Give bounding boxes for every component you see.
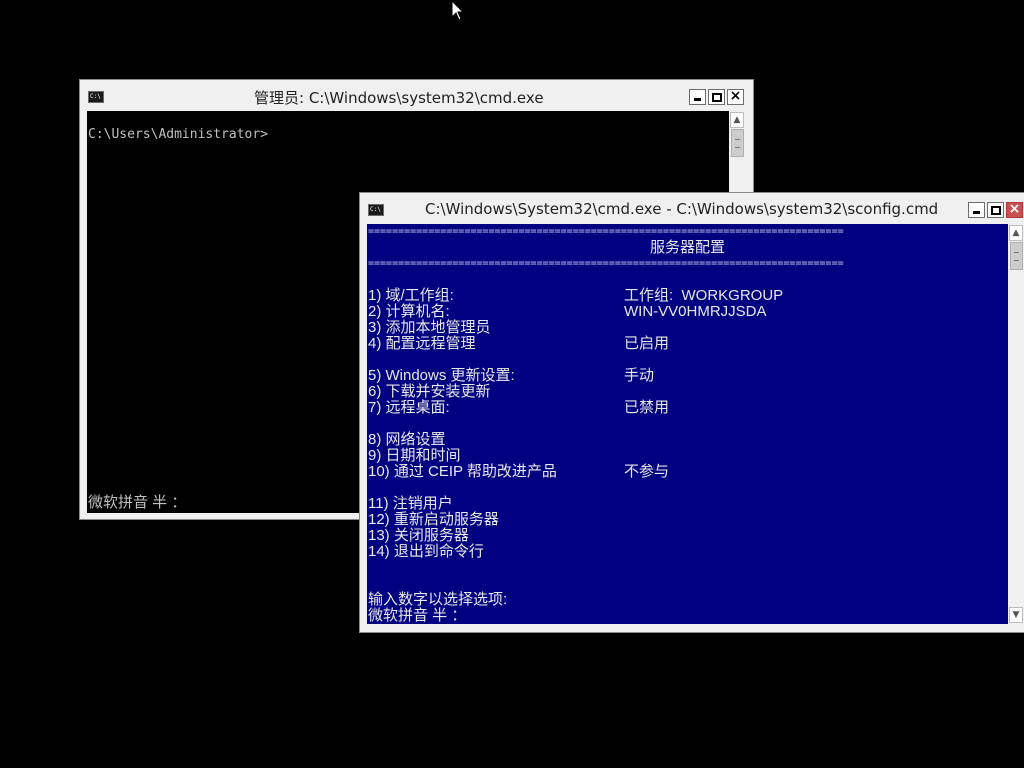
title-bar[interactable]: C:\ 管理员: C:\Windows\system32\cmd.exe × [80, 80, 753, 110]
menu-item[interactable]: 7) 远程桌面: 已禁用 [367, 400, 997, 416]
command-prompt: C:\Users\Administrator> [88, 127, 269, 142]
menu-item-label: 11) 注销用户 [368, 495, 453, 512]
menu-item-label: 10) 通过 CEIP 帮助改进产品 [368, 463, 557, 480]
close-button[interactable]: × [1006, 202, 1023, 218]
menu-item[interactable]: 1) 域/工作组: 工作组: WORKGROUP [367, 288, 997, 304]
menu-item[interactable]: 6) 下载并安装更新 [367, 384, 997, 400]
menu-item-label: 8) 网络设置 [368, 431, 446, 448]
cmd-icon[interactable]: C:\ [88, 91, 104, 103]
menu-item-label: 3) 添加本地管理员 [368, 319, 491, 336]
window-title: 管理员: C:\Windows\system32\cmd.exe [254, 89, 544, 107]
ime-status: 微软拼音 半 ： [88, 494, 187, 511]
console-area[interactable]: ========================================… [367, 224, 1008, 624]
menu-item-value: 手动 [624, 367, 655, 384]
cmd-icon[interactable]: C:\ [368, 204, 384, 216]
vertical-scrollbar[interactable]: ▲ ▼ [1008, 224, 1024, 624]
maximize-button[interactable] [708, 89, 725, 105]
menu-heading: 服务器配置 [649, 239, 725, 256]
menu-item[interactable]: 14) 退出到命令行 [367, 544, 997, 560]
scroll-up-button[interactable]: ▲ [730, 112, 744, 128]
menu-item[interactable]: 10) 通过 CEIP 帮助改进产品 不参与 [367, 464, 997, 480]
mouse-pointer-icon [451, 0, 465, 21]
scroll-thumb[interactable] [731, 129, 744, 157]
separator-line: ========================================… [368, 258, 844, 269]
ime-status: 微软拼音 半 ： [368, 607, 467, 624]
menu-item[interactable]: 4) 配置远程管理 已启用 [367, 336, 997, 352]
scroll-down-button[interactable]: ▼ [1009, 607, 1023, 623]
separator-line: ========================================… [368, 226, 844, 237]
menu-item[interactable]: 5) Windows 更新设置: 手动 [367, 368, 997, 384]
menu-item-label: 14) 退出到命令行 [368, 543, 484, 560]
input-prompt: 输入数字以选择选项: [368, 591, 508, 608]
menu-item-value: 已启用 [624, 335, 670, 352]
menu-item-label: 1) 域/工作组: [368, 287, 454, 304]
menu-item[interactable]: 9) 日期和时间 [367, 448, 997, 464]
close-button[interactable]: × [727, 89, 744, 105]
menu-item-label: 6) 下载并安装更新 [368, 383, 491, 400]
menu-item[interactable]: 8) 网络设置 [367, 432, 997, 448]
menu-item-value: 不参与 [624, 463, 670, 480]
menu-item-label: 4) 配置远程管理 [368, 335, 476, 352]
menu-item-value: WIN-VV0HMRJJSDA [624, 303, 767, 320]
maximize-button[interactable] [987, 202, 1004, 218]
menu-item-label: 13) 关闭服务器 [368, 527, 469, 544]
minimize-button[interactable] [689, 89, 706, 105]
title-bar[interactable]: C:\ C:\Windows\System32\cmd.exe - C:\Win… [360, 193, 1024, 223]
window-title: C:\Windows\System32\cmd.exe - C:\Windows… [425, 200, 939, 218]
menu-item-label: 12) 重新启动服务器 [368, 511, 499, 528]
menu-item[interactable]: 13) 关闭服务器 [367, 528, 997, 544]
scroll-up-button[interactable]: ▲ [1009, 225, 1023, 241]
menu-item[interactable]: 3) 添加本地管理员 [367, 320, 997, 336]
sconfig-window[interactable]: C:\ C:\Windows\System32\cmd.exe - C:\Win… [359, 192, 1024, 633]
menu-item[interactable]: 12) 重新启动服务器 [367, 512, 997, 528]
menu-item-label: 9) 日期和时间 [368, 447, 461, 464]
scroll-thumb[interactable] [1010, 242, 1023, 270]
menu-item-label: 2) 计算机名: [368, 303, 450, 320]
menu-item-value: 已禁用 [624, 399, 670, 416]
menu-item-label: 7) 远程桌面: [368, 399, 450, 416]
menu-item[interactable]: 11) 注销用户 [367, 496, 997, 512]
menu-item-value: 工作组: WORKGROUP [624, 287, 784, 304]
minimize-button[interactable] [968, 202, 985, 218]
menu-item[interactable]: 2) 计算机名: WIN-VV0HMRJJSDA [367, 304, 997, 320]
menu-item-label: 5) Windows 更新设置: [368, 367, 515, 384]
